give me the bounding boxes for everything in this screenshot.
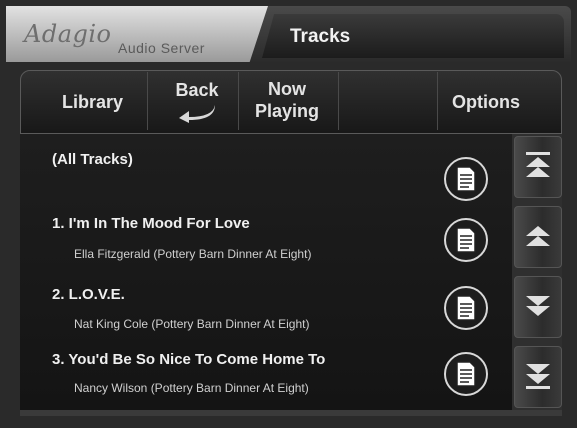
details-button[interactable] xyxy=(444,218,488,262)
toolbar-divider xyxy=(147,72,148,130)
now-playing-line2: Playing xyxy=(254,101,320,121)
scroll-down-button[interactable] xyxy=(514,276,562,338)
logo-subtitle: Audio Server xyxy=(118,40,205,56)
logo-script: Adagio xyxy=(24,20,112,48)
track-subtitle: Nancy Wilson (Pottery Barn Dinner At Eig… xyxy=(74,381,309,395)
logo: Adagio Audio Server xyxy=(6,6,268,62)
arrow-up-icon xyxy=(526,226,550,246)
track-title[interactable]: 3. You'd Be So Nice To Come Home To xyxy=(52,351,325,368)
now-playing-button[interactable]: Now Playing xyxy=(250,78,324,122)
document-icon xyxy=(456,227,476,253)
bottom-edge xyxy=(20,410,562,416)
details-button[interactable] xyxy=(444,352,488,396)
toolbar-divider xyxy=(338,72,339,130)
document-icon xyxy=(456,295,476,321)
toolbar-divider xyxy=(238,72,239,130)
track-title[interactable]: 1. I'm In The Mood For Love xyxy=(52,215,250,232)
track-list xyxy=(20,134,512,410)
scroll-up-button[interactable] xyxy=(514,206,562,268)
track-subtitle: Nat King Cole (Pottery Barn Dinner At Ei… xyxy=(74,317,310,331)
page-down-icon xyxy=(526,364,550,389)
back-button[interactable]: Back xyxy=(170,80,224,128)
document-icon xyxy=(456,166,476,192)
arrow-down-icon xyxy=(526,296,550,316)
page-title: Tracks xyxy=(290,26,351,47)
details-button[interactable] xyxy=(444,157,488,201)
toolbar-divider xyxy=(437,72,438,130)
all-tracks-item[interactable]: (All Tracks) xyxy=(52,151,133,168)
now-playing-line1: Now xyxy=(268,79,306,99)
track-title[interactable]: 2. L.O.V.E. xyxy=(52,286,125,303)
library-button[interactable]: Library xyxy=(62,92,123,113)
scroll-bottom-button[interactable] xyxy=(514,346,562,408)
options-button[interactable]: Options xyxy=(452,92,520,113)
back-label: Back xyxy=(175,80,219,100)
scroll-top-button[interactable] xyxy=(514,136,562,198)
details-button[interactable] xyxy=(444,286,488,330)
back-arrow-icon xyxy=(179,105,215,123)
track-subtitle: Ella Fitzgerald (Pottery Barn Dinner At … xyxy=(74,247,312,261)
document-icon xyxy=(456,361,476,387)
page-up-icon xyxy=(526,152,550,177)
